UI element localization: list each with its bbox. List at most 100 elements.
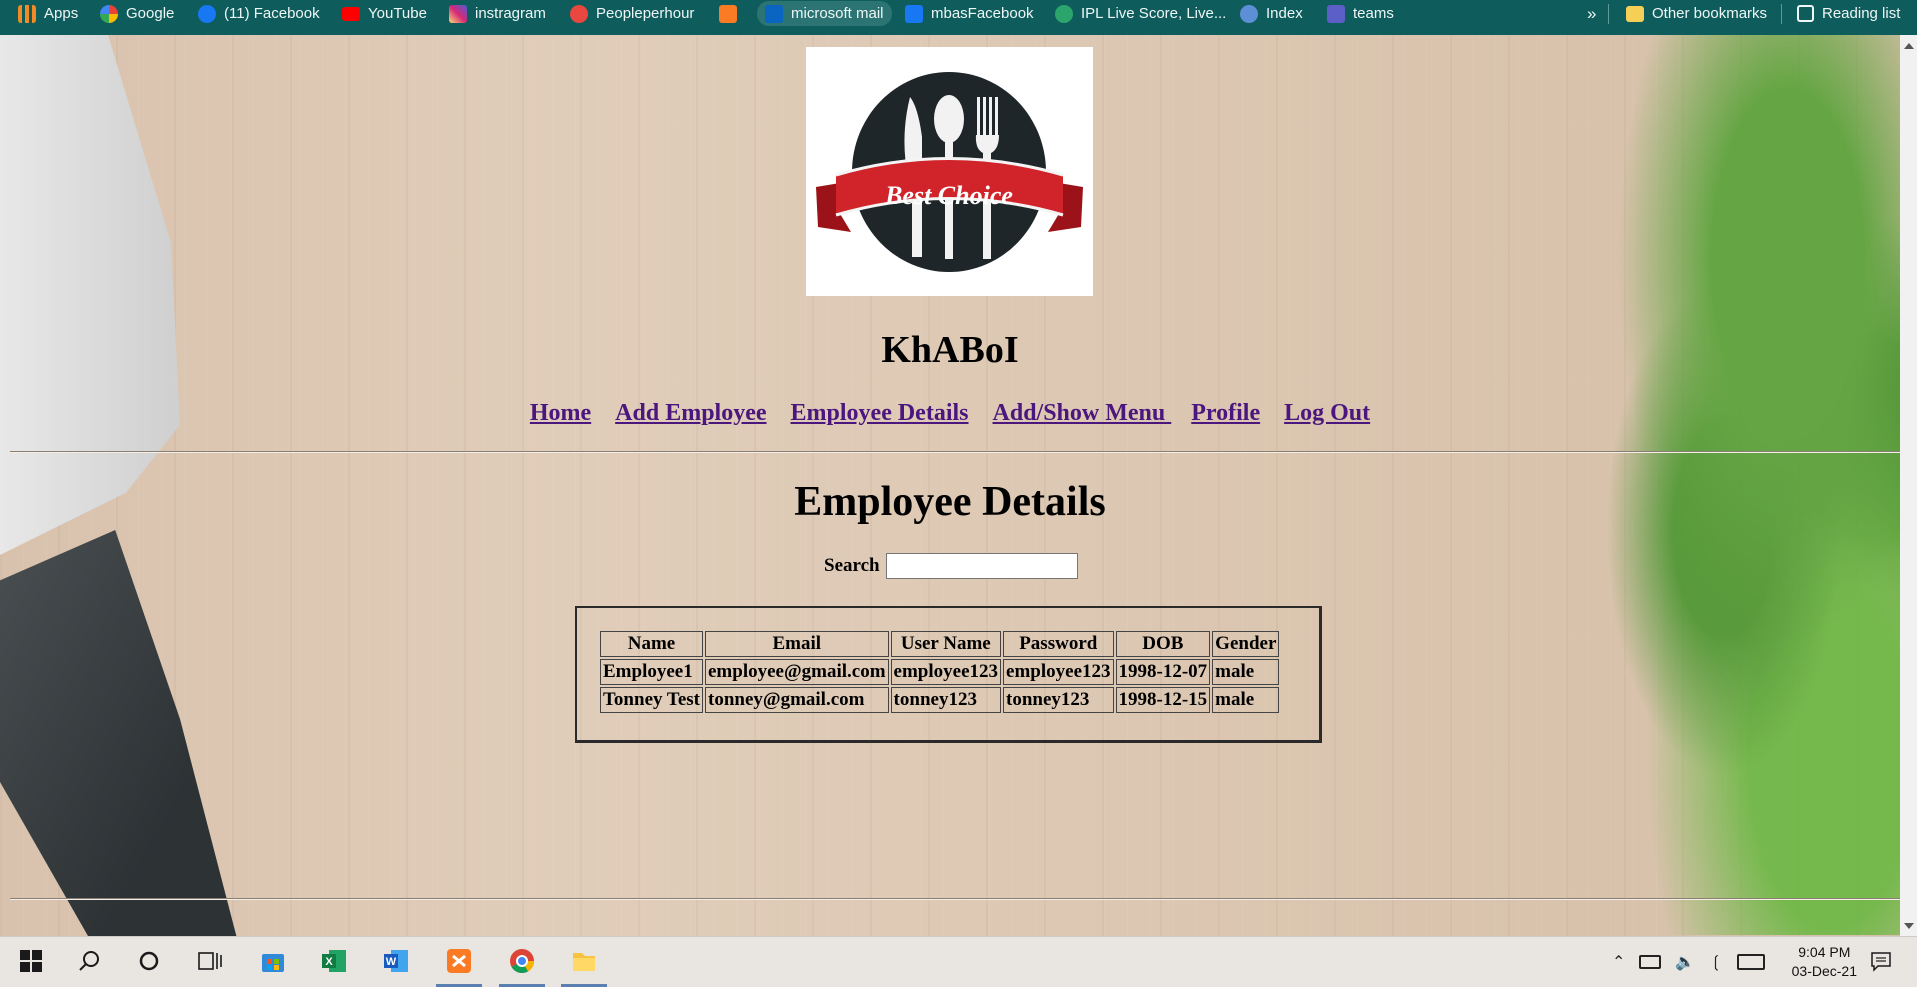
- windows-logo-icon: [20, 950, 42, 972]
- bookmark-label: Index: [1266, 5, 1303, 22]
- word-app[interactable]: W: [381, 946, 411, 976]
- task-view-button[interactable]: [195, 946, 225, 976]
- search-icon: [79, 951, 99, 971]
- bookmark-instagram[interactable]: instragram: [449, 0, 546, 27]
- reading-list-label: Reading list: [1822, 5, 1901, 22]
- cell-dob: 1998-12-15: [1115, 687, 1211, 713]
- shield-icon: [1240, 4, 1258, 23]
- excel-icon: X: [322, 950, 346, 972]
- bookmark-google[interactable]: Google: [100, 0, 174, 27]
- nav-add-employee-link[interactable]: Add Employee: [615, 400, 766, 426]
- chrome-icon: [510, 949, 534, 974]
- bookmark-label: Google: [126, 5, 175, 22]
- cell-email: tonney@gmail.com: [705, 687, 889, 713]
- search-label: Search: [824, 555, 880, 576]
- page-scrollbar[interactable]: [1900, 35, 1917, 937]
- nav-employee-details-link[interactable]: Employee Details: [791, 400, 969, 426]
- bookmark-index[interactable]: Index: [1240, 0, 1303, 27]
- scroll-up-arrow-icon[interactable]: [1904, 43, 1914, 49]
- outlook-icon: [765, 4, 783, 23]
- store-bag-icon: [262, 954, 284, 972]
- bookmark-label: microsoft mail: [791, 5, 884, 22]
- column-header-email: Email: [705, 631, 889, 657]
- clock-time: 9:04 PM: [1798, 944, 1851, 960]
- reading-list-icon: [1797, 5, 1814, 22]
- cell-gender: male: [1212, 687, 1280, 713]
- file-explorer-app[interactable]: [569, 946, 599, 976]
- column-header-username: User Name: [890, 631, 1002, 657]
- nav-logout-link[interactable]: Log Out: [1284, 400, 1370, 426]
- column-header-gender: Gender: [1212, 631, 1280, 657]
- bookmark-label: mbasFacebook: [931, 5, 1034, 22]
- bookmark-peopleperhour[interactable]: Peopleperhour: [570, 0, 694, 27]
- nav-home-link[interactable]: Home: [530, 400, 591, 426]
- bookmark-xampp[interactable]: [719, 0, 737, 27]
- reading-list-button[interactable]: Reading list: [1797, 0, 1900, 27]
- knife-blade-image: [0, 35, 180, 555]
- bookmark-microsoft-mail[interactable]: microsoft mail: [757, 1, 892, 26]
- speaker-icon[interactable]: 🔈: [1675, 952, 1695, 972]
- chrome-app[interactable]: [507, 946, 537, 976]
- scroll-down-arrow-icon[interactable]: [1904, 923, 1914, 929]
- bookmarks-bar: Apps Google (11) Facebook YouTube instra…: [0, 0, 1917, 35]
- bookmarks-divider: [1608, 4, 1609, 24]
- svg-text:W: W: [386, 956, 397, 968]
- cell-username: employee123: [890, 659, 1002, 685]
- table-row: Tonney Test tonney@gmail.com tonney123 t…: [600, 687, 1280, 713]
- column-header-name: Name: [600, 631, 703, 657]
- bookmark-label: (11) Facebook: [224, 5, 320, 22]
- action-center-button[interactable]: [1866, 946, 1896, 976]
- microsoft-store-app[interactable]: [258, 946, 288, 976]
- bookmark-label: teams: [1353, 5, 1394, 22]
- instagram-icon: [449, 4, 467, 23]
- bookmark-facebook[interactable]: (11) Facebook: [198, 0, 320, 27]
- knife-handle-image: [0, 530, 240, 950]
- bookmark-youtube[interactable]: YouTube: [342, 0, 427, 27]
- employee-table: Name Email User Name Password DOB Gender…: [598, 629, 1281, 715]
- folder-icon: [573, 953, 595, 971]
- cell-name: Tonney Test: [600, 687, 703, 713]
- svg-text:X: X: [325, 956, 333, 968]
- cell-password: employee123: [1003, 659, 1114, 685]
- table-header-row: Name Email User Name Password DOB Gender: [600, 631, 1280, 657]
- other-bookmarks-folder[interactable]: Other bookmarks: [1626, 0, 1767, 27]
- bookmark-label: Apps: [44, 5, 79, 22]
- cell-gender: male: [1212, 659, 1280, 685]
- word-icon: W: [384, 950, 408, 972]
- keyboard-icon[interactable]: [1736, 954, 1765, 970]
- column-header-dob: DOB: [1115, 631, 1211, 657]
- apps-grid-icon: [18, 4, 36, 23]
- windows-start-button[interactable]: [16, 946, 46, 976]
- facebook-icon: [198, 4, 216, 23]
- battery-icon[interactable]: [1639, 955, 1662, 969]
- more-bookmarks-button[interactable]: »: [1587, 0, 1596, 27]
- show-hidden-icons-chevron-icon[interactable]: ⌃: [1612, 952, 1625, 972]
- clock-date: 03-Dec-21: [1791, 963, 1857, 979]
- cell-password: tonney123: [1003, 687, 1114, 713]
- bookmark-label: YouTube: [368, 5, 427, 22]
- cell-username: tonney123: [890, 687, 1002, 713]
- excel-app[interactable]: X: [319, 946, 349, 976]
- nav-profile-link[interactable]: Profile: [1191, 400, 1260, 426]
- folder-icon: [1626, 5, 1644, 22]
- bookmark-apps[interactable]: Apps: [18, 0, 78, 27]
- teams-icon: [1327, 4, 1345, 23]
- bookmark-mbasfacebook[interactable]: mbasFacebook: [905, 0, 1034, 27]
- bottom-divider: [10, 898, 1900, 900]
- table-row: Employee1 employee@gmail.com employee123…: [600, 659, 1280, 685]
- cell-dob: 1998-12-07: [1115, 659, 1211, 685]
- wifi-icon[interactable]: ❲: [1709, 952, 1722, 972]
- task-view-icon: [198, 952, 222, 970]
- xampp-app[interactable]: [444, 946, 474, 976]
- google-icon: [100, 4, 118, 23]
- search-row: Search: [824, 553, 1078, 579]
- bookmark-label: Peopleperhour: [596, 5, 695, 22]
- taskbar-clock[interactable]: 9:04 PM 03-Dec-21: [1792, 943, 1857, 981]
- nav-add-show-menu-link[interactable]: Add/Show Menu: [993, 400, 1172, 426]
- cell-name: Employee1: [600, 659, 703, 685]
- search-button[interactable]: [74, 946, 104, 976]
- cortana-button[interactable]: [134, 946, 164, 976]
- search-input[interactable]: [885, 553, 1078, 579]
- bookmark-ipl-live-score[interactable]: IPL Live Score, Live...: [1055, 0, 1226, 27]
- bookmark-teams[interactable]: teams: [1327, 0, 1394, 27]
